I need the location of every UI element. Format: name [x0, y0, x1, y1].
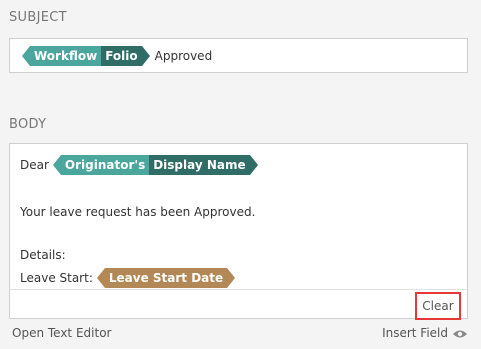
- leave-start-date-token[interactable]: Leave Start Date: [96, 268, 236, 288]
- open-text-editor-link[interactable]: Open Text Editor: [12, 326, 111, 340]
- subject-field[interactable]: Workflow Folio Approved: [9, 38, 468, 73]
- token-left-arrow: [52, 155, 61, 175]
- greeting-line: Dear Originator's Display Name: [20, 155, 258, 175]
- token-right-arrow: [249, 155, 258, 175]
- token-part-display-name: Display Name: [149, 155, 250, 175]
- details-label: Details:: [20, 248, 66, 262]
- body-editor[interactable]: Dear Originator's Display Name Your leav…: [9, 143, 468, 320]
- leave-start-line: Leave Start: Leave Start Date: [20, 268, 236, 288]
- token-left-arrow: [96, 268, 105, 288]
- subject-text: Approved: [154, 48, 213, 63]
- token-right-arrow: [227, 268, 236, 288]
- token-part-originator: Originator's: [60, 155, 150, 175]
- greeting-text: Dear: [20, 158, 49, 172]
- token-right-arrow: [141, 45, 150, 66]
- insert-field-link[interactable]: Insert Field: [382, 326, 468, 340]
- token-part-workflow: Workflow: [30, 45, 102, 66]
- subject-section-label: SUBJECT: [9, 10, 67, 25]
- body-divider: [10, 289, 467, 290]
- token-left-arrow: [22, 45, 30, 66]
- eye-icon: [452, 328, 468, 338]
- leave-start-label: Leave Start:: [20, 271, 93, 285]
- insert-field-label: Insert Field: [382, 326, 448, 340]
- token-part-leave-start-date: Leave Start Date: [104, 268, 228, 288]
- workflow-folio-token[interactable]: Workflow Folio: [22, 45, 150, 66]
- token-part-folio: Folio: [101, 45, 142, 66]
- body-line-approved: Your leave request has been Approved.: [20, 205, 256, 219]
- originator-display-name-token[interactable]: Originator's Display Name: [52, 155, 258, 175]
- clear-button[interactable]: Clear: [415, 292, 461, 320]
- body-section-label: BODY: [9, 117, 47, 132]
